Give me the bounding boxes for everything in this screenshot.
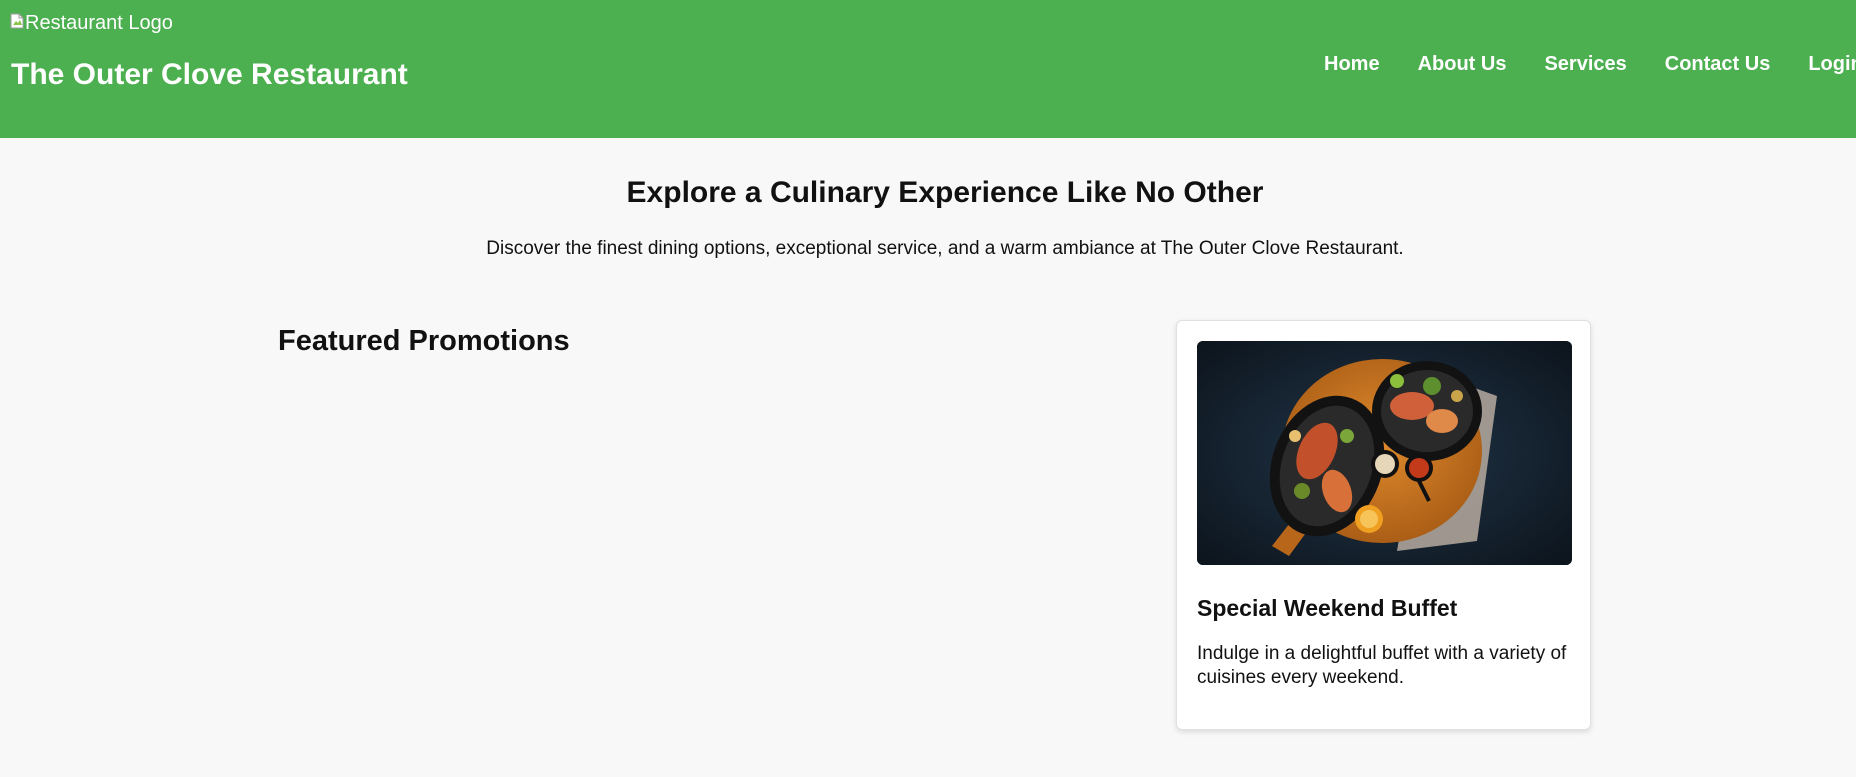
broken-image-icon xyxy=(10,13,24,29)
nav-contact-us[interactable]: Contact Us xyxy=(1665,52,1771,76)
promotion-description: Indulge in a delightful buffet with a va… xyxy=(1197,643,1567,688)
promotion-image xyxy=(1197,341,1572,565)
logo-alt-text: Restaurant Logo xyxy=(25,12,173,34)
site-header: Restaurant Logo The Outer Clove Restaura… xyxy=(0,0,1856,138)
restaurant-logo[interactable]: Restaurant Logo xyxy=(10,11,173,35)
nav-login[interactable]: Login xyxy=(1808,52,1856,76)
hero-title: Explore a Culinary Experience Like No Ot… xyxy=(626,176,1264,209)
nav-about-us[interactable]: About Us xyxy=(1418,52,1507,76)
nav-services[interactable]: Services xyxy=(1544,52,1626,76)
main-nav: Home About Us Services Contact Us Login xyxy=(1324,52,1856,76)
promotion-title: Special Weekend Buffet xyxy=(1197,595,1458,621)
site-title: The Outer Clove Restaurant xyxy=(11,58,408,91)
nav-home[interactable]: Home xyxy=(1324,52,1380,76)
hero-subtitle: Discover the finest dining options, exce… xyxy=(486,238,1404,259)
promotion-card[interactable]: Special Weekend Buffet Indulge in a deli… xyxy=(1176,320,1591,730)
featured-promotions-title: Featured Promotions xyxy=(278,325,570,357)
seafood-platter-image xyxy=(1197,341,1572,565)
